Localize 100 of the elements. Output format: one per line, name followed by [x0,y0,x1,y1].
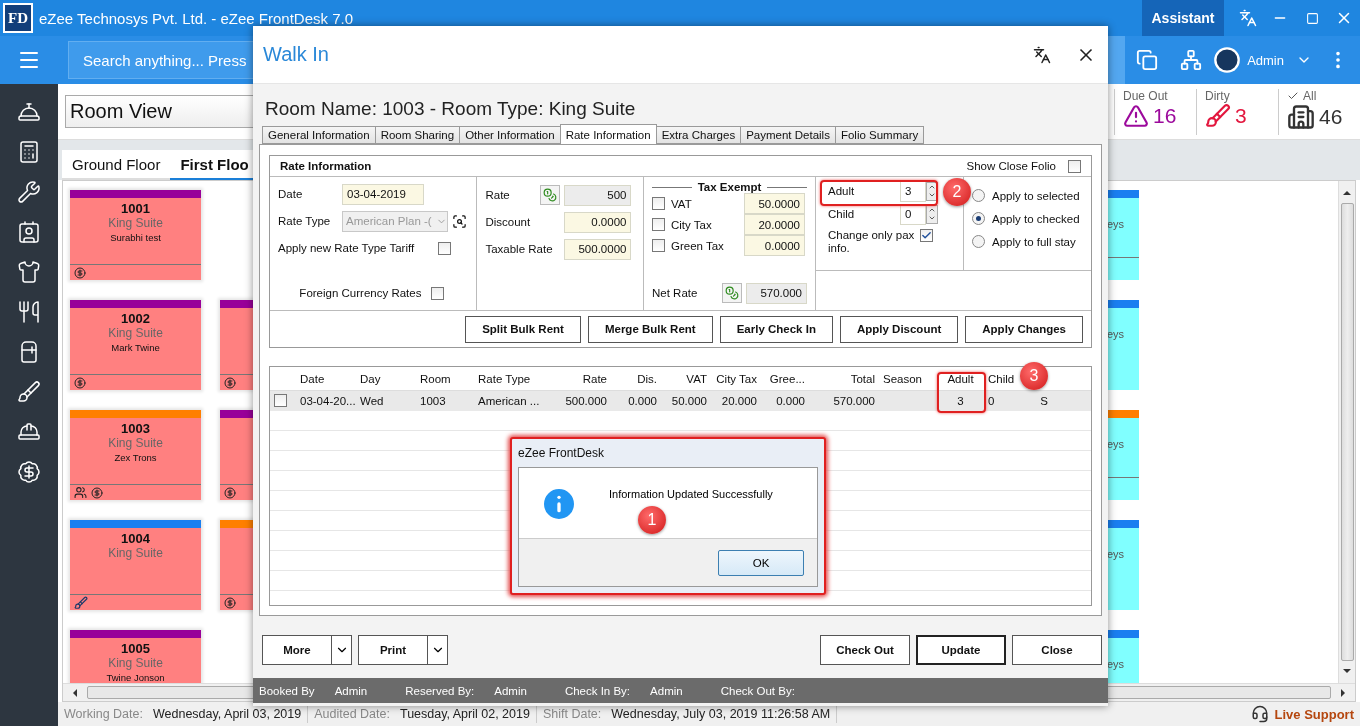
action-button[interactable]: Apply Discount [839,315,959,343]
room-card[interactable]: 1003 King Suite Zex Trons [70,410,201,500]
table-cell-text: 500.000 [564,395,608,408]
currency-button[interactable] [540,185,561,205]
room-card[interactable]: 1002 King Suite Mark Twine [70,300,201,390]
amount-field[interactable]: 500 [564,184,632,206]
radio-button[interactable] [972,235,985,248]
checkbox[interactable] [274,393,287,407]
ok-button[interactable]: OK [718,549,804,576]
tab[interactable]: Other Information [459,126,561,144]
dialog-button[interactable]: Check Out [820,635,910,665]
field-label: Date [278,188,304,200]
room-type: King Suite [108,216,163,230]
shirt-icon[interactable] [17,260,41,284]
audit-label: Check Out By: [720,684,795,697]
tab[interactable]: Extra Charges [655,126,742,144]
room-card[interactable]: 1004 King Suite [70,520,201,610]
dialog-button[interactable]: Close [1012,635,1102,665]
tax-field[interactable]: 0.0000 [744,235,805,256]
dialog-button[interactable]: Update [916,635,1006,665]
tax-label: City Tax [671,218,713,231]
stat-label: Dirty [1205,88,1230,103]
action-button[interactable]: Early Check In [719,315,833,343]
dollar-badge-icon[interactable] [17,460,41,484]
table-cell-text: 0.000 [775,395,806,408]
menu-button[interactable]: More [262,635,332,665]
tax-field[interactable]: 20.0000 [744,214,805,235]
table-cell-text: 20.000 [720,395,758,408]
column-header: Rate [581,372,608,385]
assistant-button[interactable]: Assistant [1142,0,1224,36]
room-number: 1004 [121,531,150,546]
checkbox[interactable] [652,239,665,252]
tax-field[interactable]: 50.0000 [744,193,805,214]
table-cell-text: 3 [956,395,965,408]
window-title: eZee Technosys Pvt. Ltd. - eZee FrontDesk 7.0 [39,9,355,27]
checkbox[interactable] [1068,159,1081,173]
dropdown-button[interactable] [428,635,448,665]
maximize-icon[interactable] [1305,11,1319,25]
action-button[interactable]: Split Bulk Rent [465,315,581,343]
amount-field[interactable]: 0.0000 [564,211,632,233]
guest-name: Mark Twine [111,342,160,353]
room-card[interactable]: 1005 King Suite Twine Jonson [70,630,201,683]
tab[interactable]: Folio Summary [834,126,925,144]
status-label: Shift Date: [542,707,602,721]
radio-button[interactable] [972,189,985,202]
card-text: eys [1107,218,1125,230]
net-rate-field[interactable]: 570.000 [746,282,807,304]
contact-card-icon[interactable] [17,220,41,244]
wrench-icon[interactable] [17,180,41,204]
bell-icon[interactable] [17,100,41,124]
tab[interactable]: General Information [262,126,376,144]
room-card[interactable]: eys [1107,300,1139,390]
translate-icon[interactable] [1033,45,1051,64]
table-cell-text: American ... [477,395,541,408]
coins-icon [543,188,558,202]
room-type: King Suite [108,436,163,450]
tab[interactable]: Room Sharing [374,126,461,144]
column-header: Adult [946,372,975,385]
column-header: Season [882,372,923,385]
column-header: Total [849,372,876,385]
stat-count: 16 [1153,103,1177,128]
column-header: Gree... [768,372,806,385]
floor-tab[interactable]: Ground Floor [62,150,171,180]
tab[interactable]: Payment Details [740,126,836,144]
room-card[interactable]: eys [1107,630,1139,683]
live-support-link[interactable]: Live Support [1274,706,1354,722]
guest-name: Zex Trons [114,452,157,463]
checkbox[interactable] [652,218,665,231]
tab[interactable]: Rate Information [559,124,657,144]
copy-icon[interactable] [1136,49,1159,71]
network-icon[interactable] [1180,49,1203,71]
checkbox[interactable] [431,286,445,300]
action-button[interactable]: Apply Changes [965,315,1083,343]
search-icon[interactable] [452,213,467,229]
date-field[interactable]: 03-04-2019 [342,183,424,205]
utensils-icon[interactable] [17,300,41,324]
broom-icon[interactable] [17,380,41,404]
column-header: Day [359,372,382,385]
scrollbar[interactable] [1338,181,1355,683]
amount-field[interactable]: 500.0000 [564,238,632,260]
room-card[interactable]: eys [1107,520,1139,610]
headset-icon [1250,705,1269,723]
room-card[interactable]: eys [1107,410,1139,500]
checkbox-label: Foreign Currency Rates [299,287,422,299]
checkbox-label: Show Close Folio [966,160,1056,172]
radio-label: Apply to selected [992,189,1080,202]
room-card[interactable]: eys [1107,190,1139,280]
checkbox[interactable] [652,197,665,210]
action-button[interactable]: Merge Bulk Rent [587,315,713,343]
room-card[interactable]: 1001 King Suite Surabhi test [70,190,201,280]
currency-button[interactable] [722,283,742,303]
checkbox[interactable] [920,229,933,242]
menu-button[interactable]: Print [358,635,428,665]
room-type: King Suite [108,326,163,340]
checkbox[interactable] [438,241,451,255]
building-icon [1287,102,1315,131]
dialog-title: Walk In [263,43,330,66]
dropdown-button[interactable] [332,635,352,665]
calculator-icon[interactable] [17,140,41,164]
radio-button[interactable] [972,212,985,225]
